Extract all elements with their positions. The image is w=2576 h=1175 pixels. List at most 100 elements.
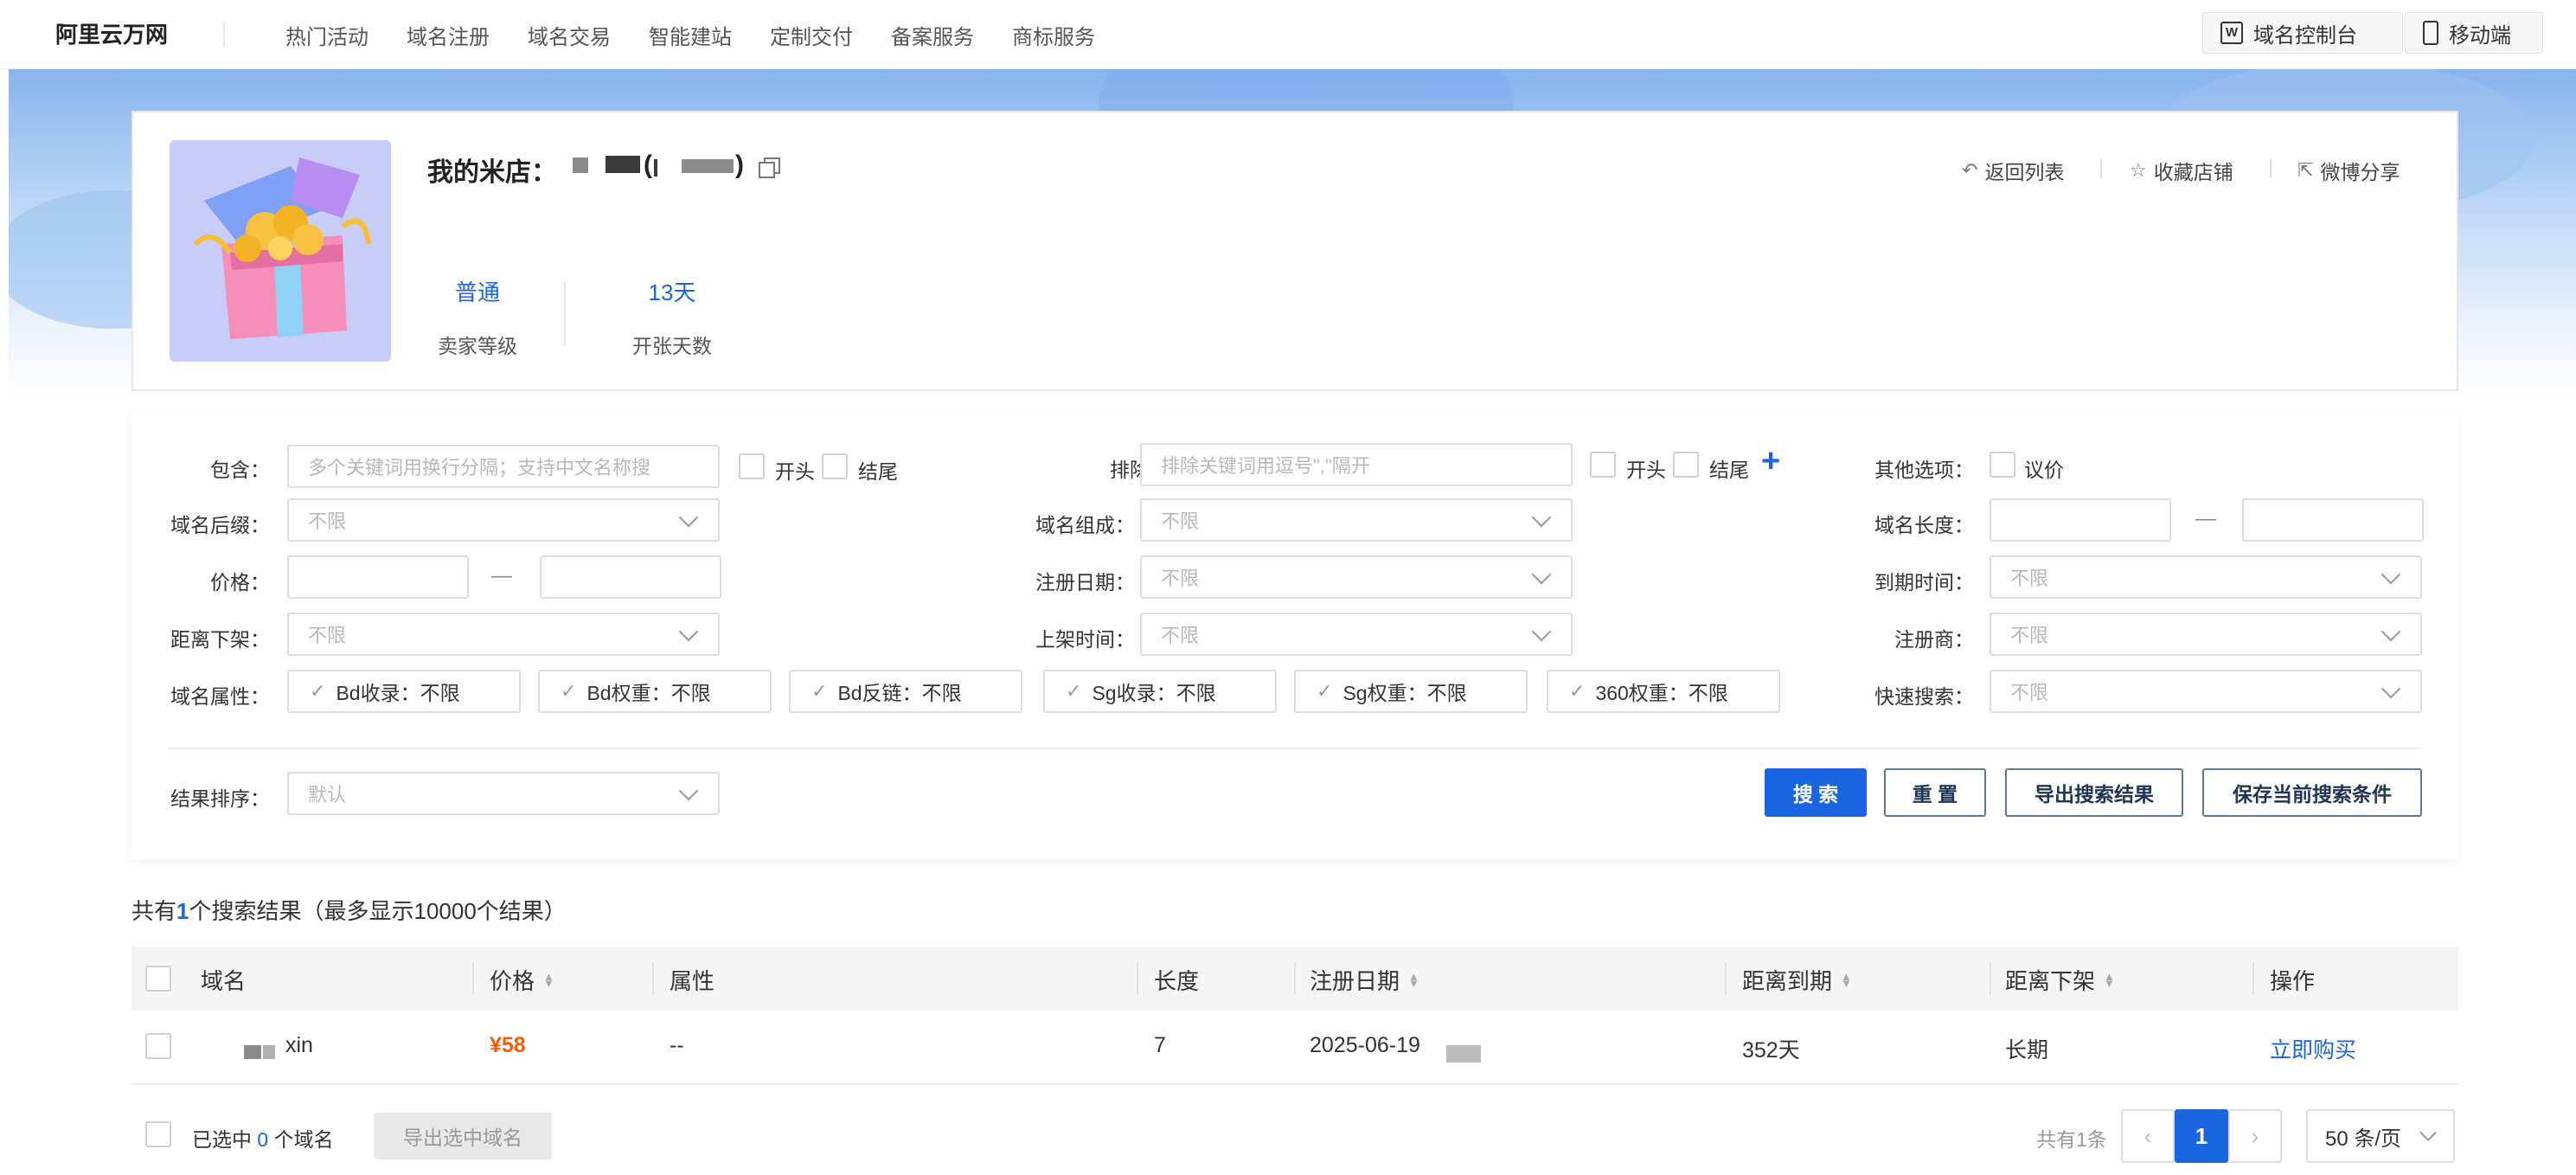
shop-id-bracket-close: ) (735, 151, 744, 179)
mobile-icon (2423, 21, 2438, 45)
list-time-select[interactable]: 不限 (1140, 613, 1573, 656)
masked-domain-prefix (263, 1045, 275, 1059)
reset-button[interactable]: 重 置 (1884, 768, 1986, 817)
check-icon: ✓ (1317, 680, 1333, 702)
nav-item-custom-delivery[interactable]: 定制交付 (770, 20, 853, 50)
nav-item-domain-register[interactable]: 域名注册 (407, 20, 490, 50)
nav-item-smart-site[interactable]: 智能建站 (649, 20, 732, 50)
table-header: 域名 价格 ▲ ▼ 属性 长度 注册日期 ▲ ▼ 距离到期 ▲ ▼ 距离下架 ▲ ▼ 操作 (131, 947, 2458, 1011)
expire-time-label: 到期时间： (1874, 571, 1974, 594)
weibo-share-link[interactable]: ⇱ 微博分享 (2297, 156, 2400, 185)
sg-weight-filter[interactable]: ✓ Sg权重：不限 (1294, 670, 1528, 713)
bd-weight-filter[interactable]: ✓ Bd权重：不限 (538, 670, 772, 713)
favorite-shop-link[interactable]: ☆ 收藏店铺 (2130, 156, 2233, 185)
next-page-button[interactable]: › (2228, 1109, 2282, 1163)
seller-level-stat: 普通 卖家等级 (417, 275, 538, 359)
action-divider (2270, 159, 2272, 178)
nav-item-domain-trade[interactable]: 域名交易 (528, 20, 611, 50)
list-time-label: 上架时间： (1035, 628, 1135, 651)
column-divider (652, 962, 654, 995)
row-checkbox[interactable] (145, 1033, 171, 1059)
prev-page-button[interactable]: ‹ (2121, 1109, 2175, 1163)
page-size-label: 50 条/页 (2325, 1127, 2402, 1151)
column-header-reg-date[interactable]: 注册日期 ▲ ▼ (1310, 964, 1419, 996)
negotiable-checkbox[interactable] (1990, 452, 2015, 478)
check-icon: ✓ (561, 680, 577, 702)
filter-divider (168, 748, 2420, 749)
exclude-starts-with-label: 开头 (1626, 459, 1666, 481)
open-days-value: 13天 (648, 279, 696, 305)
page-number-current[interactable]: 1 (2175, 1109, 2228, 1163)
column-header-price[interactable]: 价格 ▲ ▼ (490, 964, 554, 996)
favorite-shop-label: 收藏店铺 (2153, 161, 2233, 183)
export-results-button[interactable]: 导出搜索结果 (2005, 768, 2183, 817)
include-ends-with-checkbox[interactable] (822, 453, 848, 479)
main-nav: 热门活动 域名注册 域名交易 智能建站 定制交付 备案服务 商标服务 (285, 0, 1133, 69)
sort-icon: ▲ ▼ (543, 969, 554, 990)
copy-icon[interactable] (758, 156, 782, 180)
quick-search-label: 快速搜索： (1874, 685, 1974, 708)
delist-select[interactable]: 不限 (287, 613, 720, 656)
column-header-price-label: 价格 (490, 968, 535, 994)
length-min-input[interactable] (1990, 498, 2171, 542)
brand-logo[interactable]: 阿里云万网 (55, 17, 168, 49)
nav-item-trademark-service[interactable]: 商标服务 (1012, 20, 1095, 50)
column-header-attr: 属性 (670, 964, 714, 996)
suffix-select[interactable]: 不限 (287, 498, 720, 542)
mobile-button[interactable]: 移动端 (2405, 12, 2543, 54)
sort-icon: ▲ ▼ (1408, 969, 1419, 990)
column-header-domain-label: 域名 (201, 968, 247, 994)
result-count-prefix: 共有 (131, 898, 177, 924)
sg-index-filter[interactable]: ✓ Sg收录：不限 (1043, 670, 1277, 713)
weight-360-filter[interactable]: ✓ 360权重：不限 (1547, 670, 1780, 713)
bd-backlink-filter[interactable]: ✓ Bd反链：不限 (789, 670, 1022, 713)
save-search-button[interactable]: 保存当前搜索条件 (2202, 768, 2422, 817)
share-icon: ⇱ (2297, 159, 2314, 181)
other-options-label: 其他选项： (1874, 459, 1974, 481)
reg-date-select[interactable]: 不限 (1140, 555, 1573, 599)
price-min-input[interactable] (287, 555, 469, 599)
sort-select[interactable]: 默认 (287, 772, 720, 815)
page-size-select[interactable]: 50 条/页 (2306, 1109, 2455, 1163)
back-to-list-link[interactable]: ↶ 返回列表 (1962, 156, 2064, 185)
add-condition-icon[interactable]: + (1761, 445, 1780, 478)
price-max-input[interactable] (540, 555, 721, 599)
bd-index-filter[interactable]: ✓ Bd收录：不限 (287, 670, 521, 713)
exclude-keywords-input[interactable]: 排除关键词用逗号","隔开 (1140, 443, 1573, 486)
console-icon: W (2220, 22, 2243, 44)
domain-console-button[interactable]: W 域名控制台 (2202, 12, 2403, 54)
length-max-input[interactable] (2242, 498, 2424, 542)
expire-time-select[interactable]: 不限 (1990, 555, 2422, 599)
top-navbar: 阿里云万网 热门活动 域名注册 域名交易 智能建站 定制交付 备案服务 商标服务… (0, 0, 2576, 69)
select-all-footer-checkbox[interactable] (145, 1121, 171, 1147)
composition-select[interactable]: 不限 (1140, 498, 1573, 542)
include-keywords-input[interactable]: 多个关键词用换行分隔；支持中文名称搜 (287, 445, 720, 488)
selected-count-number: 0 (257, 1128, 269, 1151)
include-starts-with-checkbox[interactable] (739, 453, 765, 479)
shop-avatar (170, 140, 391, 362)
column-header-to-delist[interactable]: 距离下架 ▲ ▼ (2005, 964, 2115, 996)
shop-id-bracket-open: ( (644, 151, 652, 179)
nav-item-filing-service[interactable]: 备案服务 (891, 20, 974, 50)
quick-search-select[interactable]: 不限 (1990, 670, 2422, 713)
domain-name[interactable]: xin (285, 1033, 313, 1058)
include-starts-with-label: 开头 (775, 460, 815, 483)
column-header-reg-date-label: 注册日期 (1310, 968, 1400, 994)
nav-item-hot-activity[interactable]: 热门活动 (285, 20, 368, 50)
export-selected-button[interactable]: 导出选中域名 (374, 1113, 552, 1159)
negotiable-label: 议价 (2024, 459, 2064, 481)
sort-label: 结果排序： (170, 787, 270, 810)
exclude-starts-with-checkbox[interactable] (1590, 452, 1616, 478)
column-header-length-label: 长度 (1154, 968, 1200, 994)
registrar-select[interactable]: 不限 (1990, 613, 2422, 656)
column-header-to-expire[interactable]: 距离到期 ▲ ▼ (1742, 964, 1852, 996)
sg-weight-filter-label: Sg权重：不限 (1342, 682, 1467, 704)
price-label: 价格： (210, 571, 270, 594)
column-divider (1725, 962, 1727, 995)
search-button[interactable]: 搜 索 (1765, 768, 1867, 817)
buy-now-link[interactable]: 立即购买 (2270, 1033, 2356, 1064)
select-all-checkbox[interactable] (145, 966, 171, 992)
weibo-share-label: 微博分享 (2320, 161, 2400, 183)
check-icon: ✓ (1066, 680, 1082, 702)
exclude-ends-with-checkbox[interactable] (1673, 452, 1699, 478)
